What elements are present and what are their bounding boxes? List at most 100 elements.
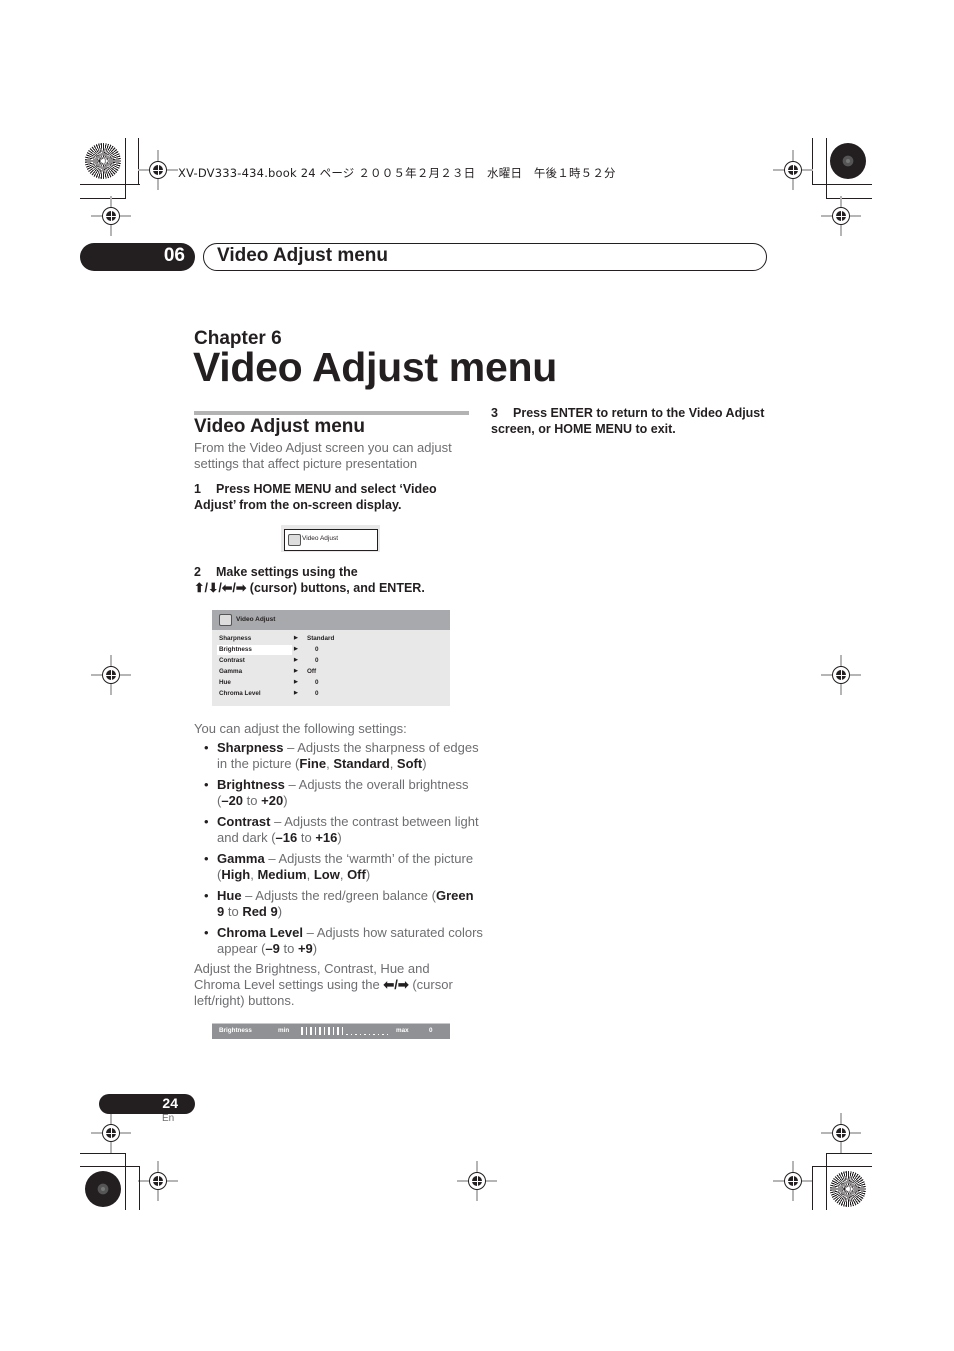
- step-number: 3: [491, 406, 498, 420]
- crop-line: [812, 1166, 813, 1210]
- crop-line: [812, 1166, 872, 1167]
- settings-intro: You can adjust the following settings:: [194, 721, 407, 736]
- cursor-left-right-icon: ⬅/➡: [383, 977, 409, 992]
- slider-value: 0: [429, 1027, 433, 1034]
- registration-mark: [457, 1161, 497, 1201]
- option-separator: to: [279, 941, 298, 956]
- registration-mark: [821, 1113, 861, 1153]
- osd-row-name: Gamma: [219, 668, 243, 675]
- osd-row-name: Brightness: [219, 646, 252, 653]
- slider-bar-filled: [319, 1027, 321, 1035]
- option-end: ): [337, 830, 342, 845]
- slider-bar-empty: [350, 1033, 352, 1035]
- video-adjust-icon: [219, 614, 232, 626]
- setting-option: High: [221, 867, 251, 882]
- setting-name: Gamma: [217, 851, 265, 866]
- crop-line: [826, 1153, 872, 1154]
- step-text-line2: ⬆/⬇/⬅/➡ (cursor) buttons, and ENTER.: [194, 581, 425, 595]
- arrow-right-icon: ▶: [294, 668, 298, 674]
- settings-list-item: Hue – Adjusts the red/green balance (Gre…: [203, 888, 483, 920]
- setting-option: +9: [297, 941, 313, 956]
- osd-row-value: Off: [307, 668, 317, 675]
- settings-list: Sharpness – Adjusts the sharpness of edg…: [203, 740, 483, 962]
- setting-option: Fine: [299, 756, 327, 771]
- setting-option: Low: [313, 867, 340, 882]
- osd-row-contrast[interactable]: Contrast ▶ 0: [212, 656, 450, 667]
- slider-bar-filled: [328, 1027, 330, 1035]
- setting-option: –20: [221, 793, 244, 808]
- slider-bar-empty: [364, 1033, 366, 1035]
- slider-bar-empty: [382, 1033, 384, 1035]
- osd-row-brightness[interactable]: Brightness ▶ 0: [212, 645, 450, 656]
- crop-line: [125, 138, 126, 199]
- osd-menu-item-label: Video Adjust: [302, 535, 339, 542]
- chapter-number-pill: 06: [80, 243, 195, 271]
- step-1: 1 Press HOME MENU and select ‘Video Adjus…: [194, 481, 464, 513]
- chapter-number: 06: [163, 245, 185, 266]
- osd-panel-title: Video Adjust: [236, 616, 276, 623]
- slider-min-label: min: [278, 1027, 290, 1034]
- setting-option: +16: [315, 830, 338, 845]
- setting-option: –16: [275, 830, 298, 845]
- osd-row-name: Hue: [219, 679, 231, 686]
- registration-mark: [773, 1161, 813, 1201]
- crop-line: [139, 1166, 140, 1210]
- setting-option: –9: [265, 941, 280, 956]
- option-separator: to: [224, 904, 243, 919]
- osd-row-sharpness[interactable]: Sharpness ▶ Standard: [212, 634, 450, 645]
- setting-option: Medium: [257, 867, 307, 882]
- osd-row-hue[interactable]: Hue ▶ 0: [212, 678, 450, 689]
- step-3: 3 Press ENTER to return to the Video Adju…: [491, 405, 771, 437]
- arrow-right-icon: ▶: [294, 657, 298, 663]
- crop-line: [80, 1166, 140, 1167]
- step-text: Press HOME MENU and select ‘Video Adjust…: [194, 482, 437, 512]
- running-title: Video Adjust menu: [217, 245, 389, 266]
- settings-list-item: Gamma – Adjusts the ‘warmth’ of the pict…: [203, 851, 483, 883]
- slider-bar-empty: [386, 1033, 388, 1035]
- slider-bar-filled: [305, 1027, 307, 1035]
- osd-video-adjust-panel: Video Adjust Sharpness ▶ Standard Bright…: [212, 610, 450, 706]
- adjust-note: Adjust the Brightness, Contrast, Hue and…: [194, 961, 474, 1009]
- slider-max-label: max: [396, 1027, 409, 1034]
- registration-mark: [91, 655, 131, 695]
- setting-name: Sharpness: [217, 740, 284, 755]
- slider-bar-empty: [359, 1033, 361, 1035]
- setting-name: Hue: [217, 888, 242, 903]
- option-end: ): [283, 793, 288, 808]
- registration-sunburst-top-right: [830, 143, 866, 179]
- setting-description: – Adjusts the red/green balance (: [241, 888, 436, 903]
- registration-mark: [773, 150, 813, 190]
- section-title: Video Adjust menu: [194, 416, 366, 437]
- step-text: Press ENTER to return to the Video Adjus…: [491, 406, 765, 436]
- registration-sunburst-top-left: [85, 143, 121, 179]
- osd-menu-item-video-adjust[interactable]: Video Adjust: [284, 529, 378, 551]
- registration-mark: [91, 196, 131, 236]
- osd-row-chroma-level[interactable]: Chroma Level ▶ 0: [212, 689, 450, 700]
- slider-bar-empty: [346, 1033, 348, 1035]
- option-end: ): [277, 904, 283, 919]
- option-separator: ,: [306, 867, 314, 882]
- page-number: 24: [162, 1095, 178, 1111]
- osd-row-value: 0: [315, 679, 319, 686]
- registration-sunburst-bottom-right: [830, 1171, 866, 1207]
- running-title-box: Video Adjust menu: [203, 243, 767, 271]
- crop-line: [125, 1153, 126, 1210]
- osd-row-gamma[interactable]: Gamma ▶ Off: [212, 667, 450, 678]
- osd-panel-header: Video Adjust: [212, 610, 450, 630]
- step-2: 2 Make settings using the ⬆/⬇/⬅/➡ (cursor…: [194, 564, 474, 596]
- slider-bar-empty: [355, 1033, 357, 1035]
- osd-row-name: Chroma Level: [219, 690, 261, 697]
- arrow-right-icon: ▶: [294, 635, 298, 641]
- arrow-right-icon: ▶: [294, 679, 298, 685]
- option-end: ): [365, 867, 371, 882]
- setting-option: Standard: [333, 756, 390, 771]
- osd-row-value: Standard: [307, 635, 335, 642]
- crop-line: [812, 184, 872, 185]
- osd-row-value: 0: [315, 657, 319, 664]
- settings-list-item: Sharpness – Adjusts the sharpness of edg…: [203, 740, 483, 772]
- osd-row-name: Contrast: [219, 657, 245, 664]
- osd-brightness-slider[interactable]: Brightness min max 0: [212, 1023, 450, 1039]
- registration-mark: [138, 1161, 178, 1201]
- slider-bars: [301, 1027, 388, 1035]
- registration-sunburst-bottom-left: [85, 1171, 121, 1207]
